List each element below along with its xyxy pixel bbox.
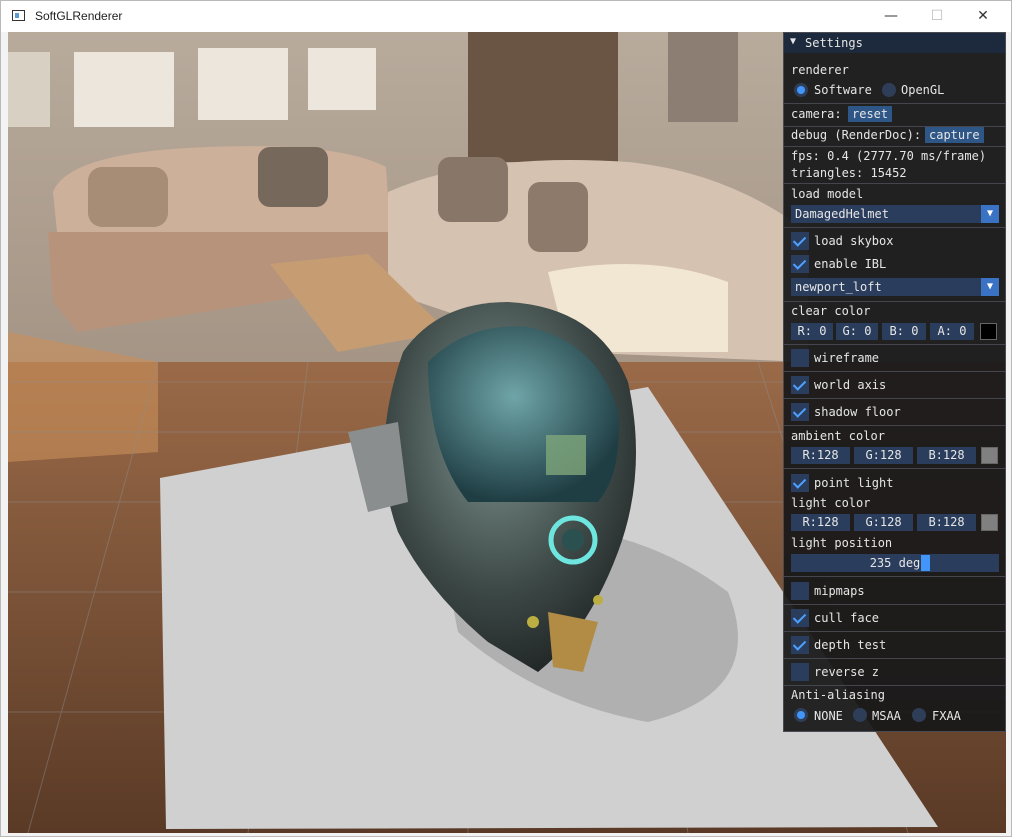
divider bbox=[784, 604, 1005, 605]
clear-color-label: clear color bbox=[791, 304, 871, 318]
ambient-color-swatch[interactable] bbox=[981, 447, 998, 464]
wireframe-label: wireframe bbox=[814, 351, 880, 365]
model-combo[interactable]: DamagedHelmet ▼ bbox=[791, 205, 999, 223]
cull-face-checkbox[interactable] bbox=[791, 609, 809, 627]
divider bbox=[784, 398, 1005, 399]
anti-aliasing-label: Anti-aliasing bbox=[791, 688, 885, 702]
maximize-button[interactable]: ☐ bbox=[914, 1, 960, 32]
window-title: SoftGLRenderer bbox=[35, 9, 123, 23]
load-model-label: load model bbox=[791, 187, 864, 201]
divider bbox=[784, 227, 1005, 228]
divider bbox=[784, 301, 1005, 302]
radio-aa-fxaa[interactable] bbox=[912, 708, 926, 722]
radio-aa-msaa-label: MSAA bbox=[872, 709, 901, 723]
divider bbox=[784, 425, 1005, 426]
light-color-r[interactable]: R:128 bbox=[791, 514, 850, 531]
dropdown-arrow-icon[interactable]: ▼ bbox=[981, 278, 999, 296]
cull-face-label: cull face bbox=[814, 611, 880, 625]
radio-opengl[interactable] bbox=[882, 83, 896, 97]
light-color-swatch[interactable] bbox=[981, 514, 998, 531]
depth-test-checkbox[interactable] bbox=[791, 636, 809, 654]
clear-color-r[interactable]: R: 0 bbox=[791, 323, 833, 340]
mipmaps-checkbox[interactable] bbox=[791, 582, 809, 600]
world-axis-label: world axis bbox=[814, 378, 887, 392]
reverse-z-label: reverse z bbox=[814, 665, 880, 679]
divider bbox=[784, 468, 1005, 469]
clear-color-a[interactable]: A: 0 bbox=[930, 323, 974, 340]
divider bbox=[784, 371, 1005, 372]
app-window: SoftGLRenderer — ☐ ✕ ▼ Settings renderer… bbox=[0, 0, 1012, 837]
mipmaps-label: mipmaps bbox=[814, 584, 865, 598]
divider bbox=[784, 344, 1005, 345]
clear-color-g[interactable]: G: 0 bbox=[836, 323, 878, 340]
wireframe-checkbox[interactable] bbox=[791, 349, 809, 367]
divider bbox=[784, 685, 1005, 686]
radio-aa-none[interactable] bbox=[794, 708, 808, 722]
renderer-label: renderer bbox=[791, 63, 849, 77]
light-color-b[interactable]: B:128 bbox=[917, 514, 976, 531]
load-skybox-label: load skybox bbox=[814, 234, 894, 248]
close-button[interactable]: ✕ bbox=[960, 1, 1006, 32]
light-position-slider[interactable]: 235 deg bbox=[791, 554, 999, 572]
radio-aa-none-label: NONE bbox=[814, 709, 843, 723]
radio-aa-fxaa-label: FXAA bbox=[932, 709, 961, 723]
light-color-label: light color bbox=[791, 496, 871, 510]
divider bbox=[784, 183, 1005, 184]
ambient-color-r[interactable]: R:128 bbox=[791, 447, 850, 464]
radio-software-label: Software bbox=[814, 83, 872, 97]
capture-button[interactable]: capture bbox=[925, 127, 984, 143]
model-combo-value: DamagedHelmet bbox=[795, 207, 889, 221]
skybox-combo-value: newport_loft bbox=[795, 280, 882, 294]
dropdown-arrow-icon[interactable]: ▼ bbox=[981, 205, 999, 223]
panel-title: Settings bbox=[805, 36, 863, 50]
settings-header[interactable]: ▼ Settings bbox=[784, 33, 1005, 53]
reverse-z-checkbox[interactable] bbox=[791, 663, 809, 681]
point-light-label: point light bbox=[814, 476, 894, 490]
enable-ibl-label: enable IBL bbox=[814, 257, 887, 271]
skybox-combo[interactable]: newport_loft ▼ bbox=[791, 278, 999, 296]
load-skybox-checkbox[interactable] bbox=[791, 232, 809, 250]
debug-label: debug (RenderDoc): bbox=[791, 128, 922, 142]
shadow-floor-checkbox[interactable] bbox=[791, 403, 809, 421]
camera-reset-button[interactable]: reset bbox=[848, 106, 893, 122]
fps-text: fps: 0.4 (2777.70 ms/frame) bbox=[791, 149, 987, 163]
divider bbox=[784, 103, 1005, 104]
enable-ibl-checkbox[interactable] bbox=[791, 255, 809, 273]
depth-test-label: depth test bbox=[814, 638, 887, 652]
ambient-color-g[interactable]: G:128 bbox=[854, 447, 913, 464]
collapse-arrow-icon[interactable]: ▼ bbox=[790, 36, 796, 47]
light-color-g[interactable]: G:128 bbox=[854, 514, 913, 531]
light-position-label: light position bbox=[791, 536, 893, 550]
clear-color-swatch[interactable] bbox=[980, 323, 997, 340]
radio-software[interactable] bbox=[794, 83, 808, 97]
settings-panel: ▼ Settings renderer Software OpenGL came… bbox=[783, 32, 1006, 732]
radio-aa-msaa[interactable] bbox=[853, 708, 867, 722]
divider bbox=[784, 631, 1005, 632]
clear-color-b[interactable]: B: 0 bbox=[882, 323, 926, 340]
ambient-color-b[interactable]: B:128 bbox=[917, 447, 976, 464]
shadow-floor-label: shadow floor bbox=[814, 405, 901, 419]
divider bbox=[784, 576, 1005, 577]
triangles-text: triangles: 15452 bbox=[791, 166, 907, 180]
app-icon bbox=[12, 10, 25, 21]
minimize-button[interactable]: — bbox=[868, 1, 914, 32]
camera-label: camera: bbox=[791, 107, 842, 121]
divider bbox=[784, 658, 1005, 659]
title-bar[interactable]: SoftGLRenderer — ☐ ✕ bbox=[1, 1, 1011, 32]
ambient-color-label: ambient color bbox=[791, 429, 885, 443]
point-light-checkbox[interactable] bbox=[791, 474, 809, 492]
divider bbox=[784, 146, 1005, 147]
radio-opengl-label: OpenGL bbox=[901, 83, 945, 97]
light-position-value: 235 deg bbox=[869, 556, 921, 570]
world-axis-checkbox[interactable] bbox=[791, 376, 809, 394]
